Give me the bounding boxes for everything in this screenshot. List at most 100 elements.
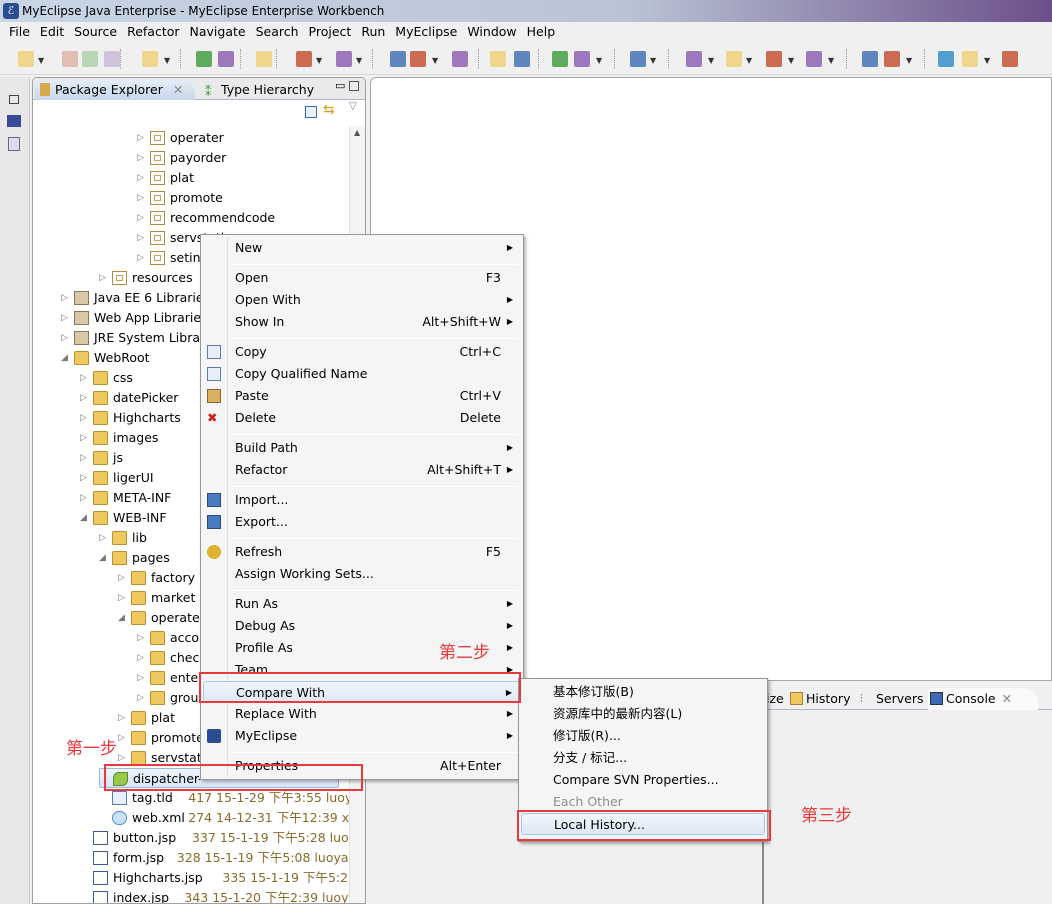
collapsed-arrow-icon[interactable]: ▷ (137, 248, 147, 268)
menu-run[interactable]: Run (356, 22, 390, 42)
dropdown-arrow-icon[interactable]: ▼ (746, 56, 752, 65)
save-icon[interactable] (62, 51, 78, 67)
menu-item-show-in[interactable]: Show In Alt+Shift+W ▶ (203, 311, 521, 333)
menu-item-paste[interactable]: Paste Ctrl+V (203, 385, 521, 407)
collapsed-arrow-icon[interactable]: ▷ (80, 448, 90, 468)
collapsed-arrow-icon[interactable]: ▷ (80, 408, 90, 428)
menu-item-replace-with[interactable]: Replace With ▶ (203, 703, 521, 725)
collapsed-arrow-icon[interactable]: ▷ (118, 708, 128, 728)
dropdown-arrow-icon[interactable]: ▼ (432, 56, 438, 65)
expanded-arrow-icon[interactable]: ◢ (99, 548, 109, 568)
menu-item-copy-qualified-name[interactable]: Copy Qualified Name (203, 363, 521, 385)
collapsed-arrow-icon[interactable]: ▷ (80, 468, 90, 488)
new-class-icon[interactable] (336, 51, 352, 67)
collapsed-arrow-icon[interactable]: ▷ (137, 228, 147, 248)
dropdown-arrow-icon[interactable]: ▼ (596, 56, 602, 65)
run-icon[interactable] (726, 51, 742, 67)
new-bean-icon[interactable] (218, 51, 234, 67)
tab-history[interactable]: History (788, 688, 850, 710)
expanded-arrow-icon[interactable]: ◢ (118, 608, 128, 628)
open-perspective-icon[interactable] (938, 51, 954, 67)
collapsed-arrow-icon[interactable]: ▷ (137, 168, 147, 188)
submenu-item-0[interactable]: 基本修订版(B) (521, 681, 765, 703)
dropdown-arrow-icon[interactable]: ▼ (788, 56, 794, 65)
maximize-icon[interactable] (349, 81, 359, 91)
collapsed-arrow-icon[interactable]: ▷ (137, 648, 147, 668)
collapsed-arrow-icon[interactable]: ▷ (137, 188, 147, 208)
dropdown-arrow-icon[interactable]: ▼ (316, 56, 322, 65)
submenu-item-3[interactable]: 分支 / 标记... (521, 747, 765, 769)
menu-item-refactor[interactable]: Refactor Alt+Shift+T ▶ (203, 459, 521, 481)
package-explorer-min-icon[interactable] (7, 115, 21, 127)
open-folder-icon[interactable] (490, 51, 506, 67)
server-icon[interactable] (410, 51, 426, 67)
new-file-icon[interactable] (552, 51, 568, 67)
collapsed-arrow-icon[interactable]: ▷ (137, 208, 147, 228)
save-all-icon[interactable] (82, 51, 98, 67)
collapsed-arrow-icon[interactable]: ▷ (61, 328, 71, 348)
menu-item-open-with[interactable]: Open With ▶ (203, 289, 521, 311)
open-type-icon[interactable] (574, 51, 590, 67)
collapsed-arrow-icon[interactable]: ▷ (137, 628, 147, 648)
tab-console[interactable]: Console ✕ (928, 688, 1038, 710)
hierarchy-min-icon[interactable] (8, 137, 20, 151)
menu-item-run-as[interactable]: Run As ▶ (203, 593, 521, 615)
new-ejb-icon[interactable] (196, 51, 212, 67)
menu-file[interactable]: File (4, 22, 35, 42)
new-project-icon[interactable] (862, 51, 878, 67)
collapsed-arrow-icon[interactable]: ▷ (99, 528, 109, 548)
menu-window[interactable]: Window (462, 22, 521, 42)
collapsed-arrow-icon[interactable]: ▷ (80, 428, 90, 448)
restore-icon[interactable] (9, 95, 19, 104)
tab-servers[interactable]: ⫶ Servers (858, 688, 924, 710)
collapse-all-icon[interactable] (305, 106, 317, 118)
tab-type-hierarchy[interactable]: ⁑ Type Hierarchy (201, 79, 341, 100)
minimize-icon[interactable]: ▭ (335, 79, 345, 92)
dropdown-arrow-icon[interactable]: ▼ (906, 56, 912, 65)
collapsed-arrow-icon[interactable]: ▷ (61, 288, 71, 308)
collapsed-arrow-icon[interactable]: ▷ (118, 588, 128, 608)
open-icon[interactable] (1002, 51, 1018, 67)
tab-package-explorer[interactable]: Package Explorer ✕ (35, 79, 195, 100)
menu-item-assign-working-sets[interactable]: Assign Working Sets... (203, 563, 521, 585)
collapsed-arrow-icon[interactable]: ▷ (137, 128, 147, 148)
menu-refactor[interactable]: Refactor (122, 22, 184, 42)
menu-item-refresh[interactable]: Refresh F5 (203, 541, 521, 563)
submenu-item-2[interactable]: 修订版(R)... (521, 725, 765, 747)
view-menu-icon[interactable]: ▽ (349, 101, 357, 112)
collapsed-arrow-icon[interactable]: ▷ (61, 308, 71, 328)
close-icon[interactable]: ✕ (1002, 691, 1012, 706)
expanded-arrow-icon[interactable]: ◢ (61, 348, 71, 368)
dropdown-arrow-icon[interactable]: ▼ (38, 56, 44, 65)
submenu-item-4[interactable]: Compare SVN Properties... (521, 769, 765, 791)
menu-item-export[interactable]: Export... (203, 511, 521, 533)
collapsed-arrow-icon[interactable]: ▷ (99, 268, 109, 288)
close-icon[interactable]: ✕ (173, 82, 183, 97)
collapsed-arrow-icon[interactable]: ▷ (80, 488, 90, 508)
expanded-arrow-icon[interactable]: ◢ (80, 508, 90, 528)
menu-project[interactable]: Project (304, 22, 357, 42)
menu-source[interactable]: Source (69, 22, 122, 42)
collapsed-arrow-icon[interactable]: ▷ (137, 668, 147, 688)
debug-icon[interactable] (686, 51, 702, 67)
collapsed-arrow-icon[interactable]: ▷ (80, 388, 90, 408)
menu-item-delete[interactable]: ✖ Delete Delete (203, 407, 521, 429)
collapsed-arrow-icon[interactable]: ▷ (118, 568, 128, 588)
new-web-project-icon[interactable] (142, 51, 158, 67)
new-wizard-icon[interactable] (296, 51, 312, 67)
menu-search[interactable]: Search (251, 22, 304, 42)
screenshot-icon[interactable] (630, 51, 646, 67)
launch-icon[interactable] (962, 51, 978, 67)
menu-item-copy[interactable]: Copy Ctrl+C (203, 341, 521, 363)
menu-myeclipse[interactable]: MyEclipse (390, 22, 462, 42)
menu-edit[interactable]: Edit (35, 22, 69, 42)
refresh-build-icon[interactable] (884, 51, 900, 67)
print-icon[interactable] (104, 51, 120, 67)
scroll-up-icon[interactable]: ▲ (354, 128, 360, 137)
import-export-icon[interactable] (514, 51, 530, 67)
browser-2-icon[interactable] (256, 51, 272, 67)
collapsed-arrow-icon[interactable]: ▷ (137, 148, 147, 168)
collapsed-arrow-icon[interactable]: ▷ (80, 368, 90, 388)
dropdown-arrow-icon[interactable]: ▼ (984, 56, 990, 65)
submenu-item-1[interactable]: 资源库中的最新内容(L) (521, 703, 765, 725)
